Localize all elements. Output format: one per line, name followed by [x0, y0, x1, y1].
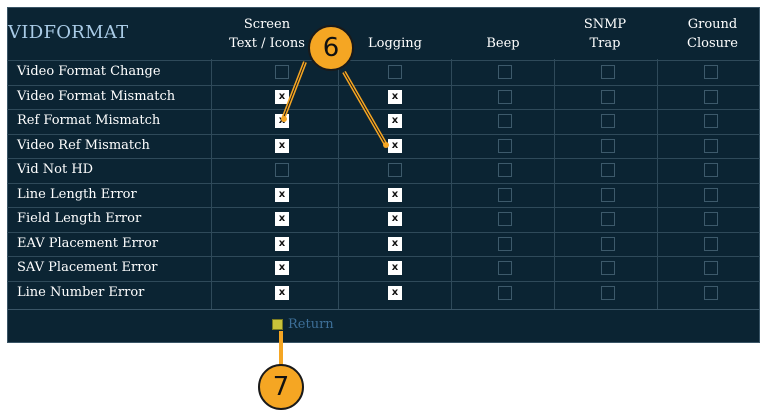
callout-6-leader-b-core [343, 71, 387, 146]
callout-leader-lines [279, 61, 389, 365]
callout-6: 6 [308, 25, 354, 71]
callout-6-leader-a-core [282, 61, 306, 120]
callout-7: 7 [258, 364, 304, 410]
callout-6-leader-end-b [383, 142, 389, 148]
callout-6-leader-end-a [281, 116, 287, 122]
